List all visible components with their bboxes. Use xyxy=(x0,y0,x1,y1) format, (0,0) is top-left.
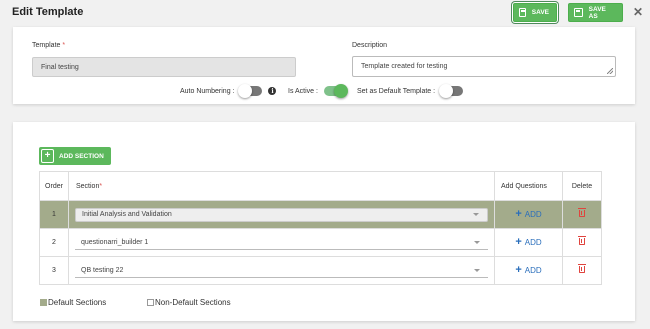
plus-icon: + xyxy=(41,149,54,163)
resize-grip-icon[interactable] xyxy=(607,68,613,74)
auto-numbering-toggle[interactable] xyxy=(238,84,263,98)
required-asterisk: * xyxy=(62,42,66,49)
trash-icon[interactable] xyxy=(578,208,586,217)
sections-table: Order Section* Add Questions Delete 1 In… xyxy=(39,171,602,285)
add-questions-label: ADD xyxy=(524,266,542,275)
table-row: 3 QB testing 22 + ADD xyxy=(39,256,602,285)
add-questions-link[interactable]: + ADD xyxy=(515,265,541,276)
section-select[interactable]: questionarri_builder 1 xyxy=(75,235,488,250)
plus-icon: + xyxy=(515,236,522,248)
chevron-down-icon xyxy=(474,240,480,244)
is-active-label: Is Active : xyxy=(288,87,318,95)
section-select-value: Initial Analysis and Validation xyxy=(82,211,172,218)
save-button[interactable]: SAVE xyxy=(513,3,557,22)
toggle-knob xyxy=(439,84,454,98)
auto-numbering-group: Auto Numbering : i xyxy=(180,84,277,98)
required-asterisk: * xyxy=(99,182,103,190)
legend-non-default-label: Non-Default Sections xyxy=(155,298,231,307)
section-header-text: Section xyxy=(76,182,100,190)
save-as-button[interactable]: SAVE AS xyxy=(568,3,623,22)
legend-default-label: Default Sections xyxy=(48,298,107,307)
template-label-text: Template xyxy=(32,42,61,49)
add-section-label: ADD SECTION xyxy=(59,152,104,160)
save-as-button-label: SAVE AS xyxy=(588,5,606,20)
is-active-toggle[interactable] xyxy=(323,84,348,98)
page-title: Edit Template xyxy=(12,6,84,18)
column-header-delete: Delete xyxy=(562,171,602,201)
is-active-group: Is Active : xyxy=(288,84,348,98)
plus-icon: + xyxy=(515,264,522,276)
legend-swatch-non-default xyxy=(147,299,154,306)
row-order: 1 xyxy=(39,200,69,229)
chevron-down-icon xyxy=(473,213,479,216)
add-questions-link[interactable]: + ADD xyxy=(515,237,541,248)
auto-numbering-label: Auto Numbering : xyxy=(180,87,235,95)
toggle-knob xyxy=(238,84,253,98)
row-delete-cell xyxy=(562,200,602,229)
template-label: Template * xyxy=(32,42,65,49)
add-questions-label: ADD xyxy=(524,210,542,219)
add-section-button[interactable]: + ADD SECTION xyxy=(39,147,111,165)
section-select[interactable]: QB testing 22 xyxy=(75,263,488,278)
plus-icon: + xyxy=(515,208,522,220)
row-add-cell: + ADD xyxy=(494,200,563,229)
table-row: 1 Initial Analysis and Validation + ADD xyxy=(39,200,602,229)
close-icon[interactable]: ✕ xyxy=(633,5,643,19)
row-add-cell: + ADD xyxy=(494,256,563,285)
description-value: Template created for testing xyxy=(361,63,448,70)
chevron-down-icon xyxy=(474,268,480,272)
row-delete-cell xyxy=(562,256,602,285)
row-add-cell: + ADD xyxy=(494,228,563,257)
legend-swatch-default xyxy=(40,299,47,306)
template-name-input[interactable]: Final testing xyxy=(32,57,296,77)
add-questions-link[interactable]: + ADD xyxy=(515,209,541,220)
row-order: 2 xyxy=(39,228,69,257)
section-select-value: QB testing 22 xyxy=(81,266,124,274)
toggle-knob xyxy=(333,84,348,98)
description-label: Description xyxy=(352,42,388,49)
save-as-icon xyxy=(574,8,583,17)
row-order: 3 xyxy=(39,256,69,285)
description-textarea[interactable]: Template created for testing xyxy=(352,56,616,77)
table-row: 2 questionarri_builder 1 + ADD xyxy=(39,228,602,257)
column-header-add-questions: Add Questions xyxy=(494,171,563,201)
column-header-order: Order xyxy=(39,171,69,201)
trash-icon[interactable] xyxy=(578,264,586,273)
info-icon[interactable]: i xyxy=(268,87,277,95)
section-select-value: questionarri_builder 1 xyxy=(81,238,149,246)
save-button-label: SAVE xyxy=(531,9,549,16)
legend-default: Default Sections xyxy=(40,298,106,307)
default-template-group: Set as Default Template : xyxy=(357,84,464,98)
row-section-cell: Initial Analysis and Validation xyxy=(68,200,495,229)
trash-icon[interactable] xyxy=(578,236,586,245)
save-icon xyxy=(519,8,526,17)
row-section-cell: QB testing 22 xyxy=(68,256,495,285)
table-header-row: Order Section* Add Questions Delete xyxy=(39,171,602,201)
row-delete-cell xyxy=(562,228,602,257)
section-select[interactable]: Initial Analysis and Validation xyxy=(75,207,488,222)
legend-non-default: Non-Default Sections xyxy=(147,298,231,307)
default-template-toggle[interactable] xyxy=(439,84,464,98)
row-section-cell: questionarri_builder 1 xyxy=(68,228,495,257)
add-questions-label: ADD xyxy=(524,238,542,247)
column-header-section: Section* xyxy=(68,171,495,201)
default-template-label: Set as Default Template : xyxy=(357,87,436,95)
